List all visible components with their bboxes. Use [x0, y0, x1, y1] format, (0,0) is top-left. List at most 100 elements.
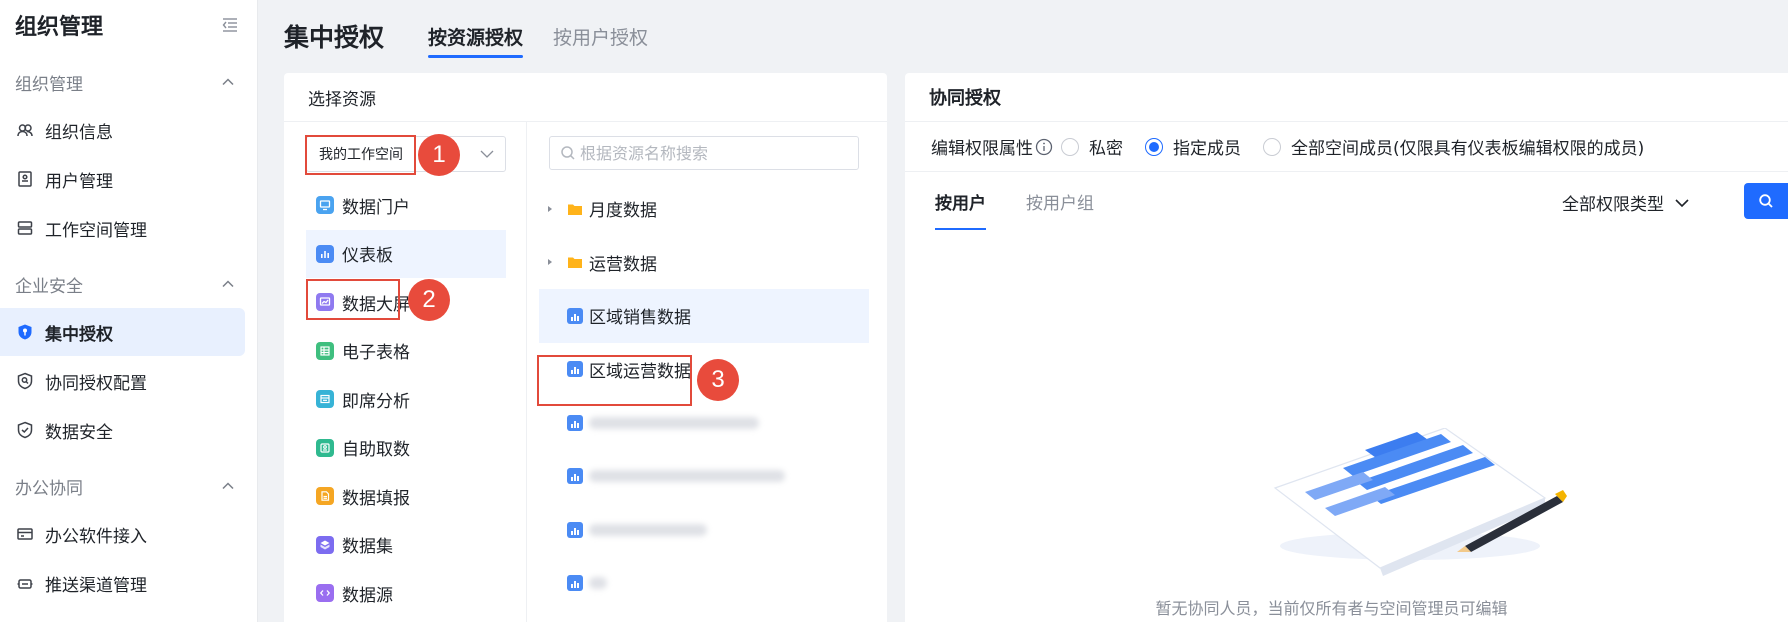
sidebar-group-org[interactable]: 组织管理: [0, 58, 257, 106]
caret-right-icon[interactable]: [545, 257, 555, 267]
type-item-portal[interactable]: 数据门户: [306, 181, 506, 230]
radio-button-checked[interactable]: [1145, 137, 1163, 156]
top-bar: 集中授权 按资源授权 按用户授权: [258, 0, 1788, 72]
resource-search[interactable]: [549, 136, 859, 170]
info-icon[interactable]: [1035, 138, 1053, 156]
tree-dashboard-item-blurred[interactable]: [539, 503, 869, 557]
sidebar-item-users[interactable]: 用户管理: [0, 155, 245, 203]
sidebar-item-central-auth[interactable]: 集中授权: [0, 308, 245, 356]
workspace-icon: [15, 218, 35, 238]
self-service-icon: [316, 438, 334, 457]
sidebar-title: 组织管理: [15, 15, 104, 40]
tree-folder-label: 运营数据: [589, 254, 657, 275]
blurred-label: [589, 416, 759, 429]
tree-folder[interactable]: 运营数据: [539, 236, 869, 290]
chevron-up-icon: [222, 78, 234, 86]
tree-dashboard-item-blurred[interactable]: [539, 557, 869, 611]
sidebar-item-push-channels[interactable]: 推送渠道管理: [0, 559, 245, 607]
sidebar-group-security[interactable]: 企业安全: [0, 260, 257, 308]
sidebar-item-collab-auth[interactable]: 协同授权配置: [0, 357, 245, 405]
data-fill-icon: [316, 487, 334, 506]
annotation-box-3: [537, 355, 692, 406]
tree-dashboard-item-blurred[interactable]: [539, 450, 869, 504]
resource-type-list: 数据门户 仪表板 数据大屏 电子表格 即席分析 自助取数 数据填报 数据集 数据…: [306, 181, 506, 618]
sidebar-item-workspaces[interactable]: 工作空间管理: [0, 204, 245, 252]
permission-filter-label: 全部权限类型: [1562, 195, 1664, 215]
annotation-badge-2: 2: [408, 279, 450, 321]
org-info-icon: [15, 120, 35, 140]
search-icon: [1759, 194, 1773, 208]
blurred-label: [589, 523, 707, 536]
sidebar-item-label: 数据安全: [45, 422, 113, 443]
annotation-badge-1: 1: [418, 134, 460, 176]
folder-icon: [568, 204, 582, 215]
tree-item-label: 区域销售数据: [589, 308, 691, 329]
radio-label: 指定成员: [1173, 139, 1241, 159]
search-button[interactable]: [1744, 183, 1788, 219]
annotation-box-1: [305, 135, 416, 175]
edit-permission-label: 编辑权限属性: [931, 139, 1033, 159]
blurred-label: [589, 470, 785, 483]
search-icon: [561, 146, 575, 160]
folder-icon: [568, 257, 582, 269]
tree-folder[interactable]: 月度数据: [539, 182, 869, 236]
dashboard-icon: [316, 244, 334, 263]
sidebar-item-office-apps[interactable]: 办公软件接入: [0, 510, 245, 558]
card-icon: [15, 524, 35, 544]
portal-icon: [316, 196, 334, 215]
type-item-dataset[interactable]: 数据集: [306, 521, 506, 570]
blurred-label: [589, 577, 607, 590]
tab-by-user[interactable]: 按用户: [935, 172, 986, 230]
type-item-label: 仪表板: [342, 246, 393, 267]
tree-dashboard-item[interactable]: 区域销售数据: [539, 289, 869, 343]
type-item-self-service[interactable]: 自助取数: [306, 424, 506, 473]
radio-all-members[interactable]: 全部空间成员(仅限具有仪表板编辑权限的成员): [1263, 134, 1644, 159]
type-item-label: 数据集: [342, 537, 393, 558]
annotation-box-2: [306, 279, 400, 320]
empty-state-illustration: [1273, 428, 1567, 576]
search-input[interactable]: [580, 143, 850, 163]
radio-button[interactable]: [1061, 137, 1079, 156]
type-item-label: 自助取数: [342, 440, 410, 461]
shield-search-icon: [15, 371, 35, 391]
tab-by-resource[interactable]: 按资源授权: [428, 0, 524, 72]
dashboard-icon: [567, 521, 583, 538]
permission-type-filter[interactable]: 全部权限类型: [1562, 190, 1690, 215]
tab-by-user[interactable]: 按用户授权: [553, 0, 648, 72]
sidebar-item-label: 办公软件接入: [45, 526, 147, 547]
spreadsheet-icon: [316, 341, 334, 360]
radio-private[interactable]: 私密: [1061, 134, 1123, 159]
dashboard-icon: [567, 575, 583, 592]
caret-right-icon[interactable]: [545, 204, 555, 214]
type-item-datasource[interactable]: 数据源: [306, 569, 506, 618]
dataset-icon: [316, 535, 334, 554]
user-card-icon: [15, 169, 35, 189]
datasource-icon: [316, 584, 334, 603]
type-item-dashboard[interactable]: 仪表板: [306, 229, 506, 278]
radio-button[interactable]: [1263, 137, 1281, 156]
sidebar-item-data-security[interactable]: 数据安全: [0, 406, 245, 454]
sidebar-group-label: 企业安全: [15, 276, 83, 297]
collapse-menu-icon[interactable]: [221, 16, 239, 34]
resource-panel-title: 选择资源: [284, 73, 887, 122]
type-item-label: 即席分析: [342, 391, 410, 412]
chevron-up-icon: [222, 482, 234, 490]
type-item-fill[interactable]: 数据填报: [306, 472, 506, 521]
sidebar-item-label: 工作空间管理: [45, 220, 147, 241]
dashboard-icon: [567, 307, 583, 324]
sidebar-item-label: 协同授权配置: [45, 373, 147, 394]
edit-permission-row: 编辑权限属性 私密 指定成员 全部空间成员(仅限具有仪表板编辑权限的成员): [905, 122, 1788, 172]
chevron-up-icon: [222, 280, 234, 288]
tree-folder-label: 月度数据: [589, 201, 657, 222]
radio-label: 全部空间成员(仅限具有仪表板编辑权限的成员): [1291, 139, 1645, 159]
sidebar-item-org-info[interactable]: 组织信息: [0, 106, 245, 154]
type-item-adhoc[interactable]: 即席分析: [306, 375, 506, 424]
sidebar-item-label: 推送渠道管理: [45, 575, 147, 596]
type-item-label: 数据源: [342, 585, 393, 606]
annotation-badge-3: 3: [697, 359, 739, 401]
radio-specified-members[interactable]: 指定成员: [1145, 134, 1241, 159]
chevron-down-icon: [480, 150, 494, 158]
type-item-spreadsheet[interactable]: 电子表格: [306, 327, 506, 376]
tab-by-user-group[interactable]: 按用户组: [1026, 172, 1094, 230]
sidebar-group-office[interactable]: 办公协同: [0, 462, 257, 510]
